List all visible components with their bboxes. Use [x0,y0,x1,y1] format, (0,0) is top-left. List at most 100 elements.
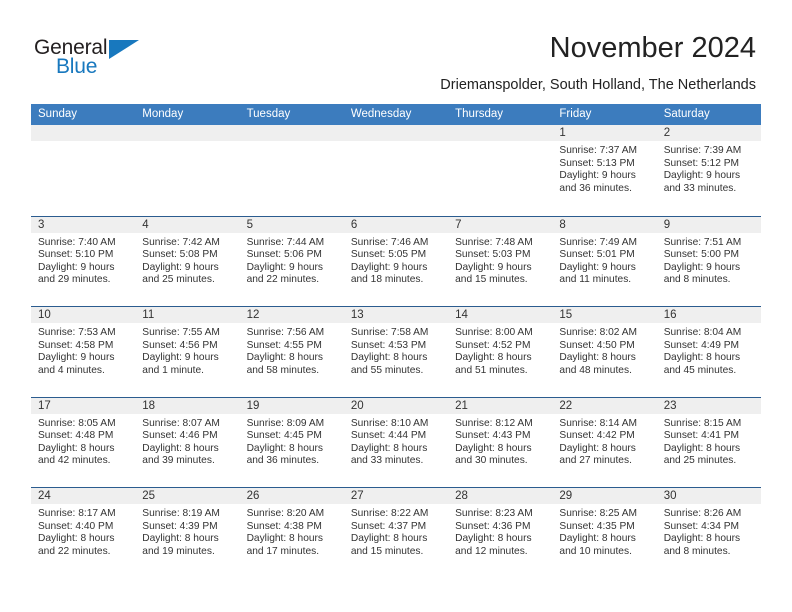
sunrise-text: Sunrise: 8:02 AM [559,327,637,338]
sunset-text: Sunset: 5:12 PM [663,157,740,169]
day-details: Sunrise: 7:55 AM Sunset: 4:56 PM Daylight:… [135,323,239,377]
daylight-text-line2: and 22 minutes. [246,274,320,286]
daylight-text-line2: and 58 minutes. [246,364,320,376]
calendar-day-cell[interactable]: 21 Sunrise: 8:12 AM Sunset: 4:43 PM Dayligh… [448,397,553,487]
calendar-day-cell[interactable]: 14 Sunrise: 8:00 AM Sunset: 4:52 PM Dayligh… [448,307,553,397]
calendar-day-cell[interactable]: 7 Sunrise: 7:48 AM Sunset: 5:03 PM Daylight… [448,216,553,306]
calendar-week-row: 17 Sunrise: 8:05 AM Sunset: 4:48 PM Dayligh… [31,396,761,487]
calendar-day-cell[interactable]: 16 Sunrise: 8:04 AM Sunset: 4:49 PM Dayligh… [656,307,761,397]
sunrise-text: Sunrise: 8:22 AM [350,508,429,519]
daylight-text-line2: and 22 minutes. [38,545,111,557]
calendar-day-cell[interactable]: 12 Sunrise: 7:56 AM Sunset: 4:55 PM Dayligh… [239,307,344,397]
daylight-text-line2: and 8 minutes. [663,545,731,557]
daylight-text-line2: and 1 minute. [142,364,205,376]
day-number-band: 18 [135,397,240,414]
general-blue-logo[interactable]: General Blue [34,36,154,82]
day-details: Sunrise: 8:02 AM Sunset: 4:50 PM Daylight:… [552,323,656,377]
calendar-day-cell[interactable]: 22 Sunrise: 8:14 AM Sunset: 4:42 PM Dayligh… [552,397,657,487]
sunrise-text: Sunrise: 8:19 AM [142,508,220,519]
day-number-band: 19 [239,397,344,414]
calendar-day-cell[interactable]: 10 Sunrise: 7:53 AM Sunset: 4:58 PM Dayligh… [31,307,136,397]
sunset-text: Sunset: 4:40 PM [38,520,114,532]
daylight-text-line1: Daylight: 8 hours [38,533,115,545]
daylight-text-line2: and 42 minutes. [38,455,111,467]
sunrise-text: Sunrise: 7:51 AM [663,236,742,248]
calendar-day-cell[interactable]: 27 Sunrise: 8:22 AM Sunset: 4:37 PM Dayligh… [343,488,449,578]
sunrise-text: Sunrise: 7:46 AM [350,236,429,248]
sunset-text: Sunset: 5:08 PM [142,249,218,261]
sunset-text: Sunset: 5:03 PM [455,249,531,261]
day-details: Sunrise: 8:14 AM Sunset: 4:42 PM Daylight:… [552,414,656,468]
weekday-header-saturday: Saturday [663,108,710,120]
sunset-text: Sunset: 4:45 PM [246,430,322,442]
sunrise-text: Sunrise: 7:58 AM [350,327,429,338]
sunset-text: Sunset: 4:36 PM [455,520,531,532]
calendar-day-cell[interactable]: 9 Sunrise: 7:51 AM Sunset: 5:00 PM Daylight… [656,216,761,306]
day-number: 6 [350,218,358,231]
day-number-band: 24 [31,488,136,504]
calendar-day-cell[interactable]: 2 Sunrise: 7:39 AM Sunset: 5:12 PM Daylight… [656,125,761,216]
sunrise-text: Sunrise: 7:37 AM [559,145,637,156]
calendar-day-cell[interactable]: 25 Sunrise: 8:19 AM Sunset: 4:39 PM Dayligh… [135,488,240,578]
sunset-text: Sunset: 4:48 PM [38,430,114,442]
day-number: 30 [663,490,677,502]
calendar-day-cell[interactable]: 19 Sunrise: 8:09 AM Sunset: 4:45 PM Dayligh… [239,397,344,487]
calendar-day-cell[interactable]: 6 Sunrise: 7:46 AM Sunset: 5:05 PM Daylight… [343,216,449,306]
daylight-text-line2: and 15 minutes. [455,274,528,286]
day-details: Sunrise: 8:07 AM Sunset: 4:46 PM Daylight:… [135,414,239,468]
day-number: 15 [559,309,573,321]
calendar-day-cell[interactable]: 5 Sunrise: 7:44 AM Sunset: 5:06 PM Daylight… [239,216,344,306]
calendar-day-cell[interactable]: 1 Sunrise: 7:37 AM Sunset: 5:13 PM Daylight… [552,125,657,216]
calendar-day-cell[interactable]: 30 Sunrise: 8:26 AM Sunset: 4:34 PM Dayligh… [656,488,761,578]
daylight-text-line1: Daylight: 9 hours [246,261,324,273]
day-number-band [239,125,344,141]
sunrise-text: Sunrise: 7:49 AM [559,236,637,248]
daylight-text-line1: Daylight: 8 hours [246,442,324,454]
daylight-text-line2: and 18 minutes. [350,274,424,286]
daylight-text-line2: and 12 minutes. [455,545,528,557]
calendar-day-cell[interactable]: 8 Sunrise: 7:49 AM Sunset: 5:01 PM Daylight… [552,216,657,306]
day-details: Sunrise: 8:10 AM Sunset: 4:44 PM Daylight:… [344,414,448,468]
day-number: 4 [142,218,149,231]
daylight-text-line1: Daylight: 8 hours [663,533,741,545]
day-number: 24 [38,490,51,502]
daylight-text-line1: Daylight: 9 hours [142,352,219,364]
calendar-week-row: 3 Sunrise: 7:40 AM Sunset: 5:10 PM Daylight… [31,215,761,306]
sunset-text: Sunset: 5:06 PM [246,249,322,261]
day-details: Sunrise: 7:39 AM Sunset: 5:12 PM Daylight:… [657,141,761,195]
daylight-text-line1: Daylight: 8 hours [350,442,428,454]
calendar-day-cell[interactable]: 3 Sunrise: 7:40 AM Sunset: 5:10 PM Daylight… [31,216,136,306]
day-details: Sunrise: 7:58 AM Sunset: 4:53 PM Daylight:… [344,323,448,377]
calendar-day-cell[interactable]: 28 Sunrise: 8:23 AM Sunset: 4:36 PM Dayligh… [448,488,553,578]
day-number: 7 [455,218,462,231]
sunrise-text: Sunrise: 7:53 AM [38,327,116,338]
logo-text-blue: Blue [56,55,98,78]
daylight-text-line2: and 29 minutes. [38,274,111,286]
sunrise-text: Sunrise: 8:07 AM [142,417,220,429]
calendar-day-cell[interactable]: 18 Sunrise: 8:07 AM Sunset: 4:46 PM Dayligh… [135,397,240,487]
calendar-day-cell-empty [448,125,553,216]
daylight-text-line2: and 8 minutes. [663,274,731,286]
calendar-day-cell[interactable]: 20 Sunrise: 8:10 AM Sunset: 4:44 PM Dayligh… [343,397,449,487]
calendar-day-cell[interactable]: 13 Sunrise: 7:58 AM Sunset: 4:53 PM Dayligh… [343,307,449,397]
calendar-day-cell[interactable]: 4 Sunrise: 7:42 AM Sunset: 5:08 PM Daylight… [135,216,240,306]
day-number: 13 [350,309,364,321]
day-details: Sunrise: 7:40 AM Sunset: 5:10 PM Daylight:… [31,233,135,287]
calendar-day-cell[interactable]: 24 Sunrise: 8:17 AM Sunset: 4:40 PM Dayligh… [31,488,136,578]
day-details: Sunrise: 8:15 AM Sunset: 4:41 PM Daylight:… [657,414,761,468]
day-details: Sunrise: 8:00 AM Sunset: 4:52 PM Daylight:… [448,323,552,377]
calendar-day-cell[interactable]: 11 Sunrise: 7:55 AM Sunset: 4:56 PM Dayligh… [135,307,240,397]
sunrise-text: Sunrise: 8:20 AM [246,508,325,519]
day-number: 23 [663,399,677,412]
weekday-header-thursday: Thursday [455,108,504,120]
calendar-day-cell[interactable]: 15 Sunrise: 8:02 AM Sunset: 4:50 PM Dayligh… [552,307,657,397]
calendar-day-cell[interactable]: 23 Sunrise: 8:15 AM Sunset: 4:41 PM Dayligh… [656,397,761,487]
daylight-text-line2: and 25 minutes. [663,455,737,467]
calendar-day-cell[interactable]: 29 Sunrise: 8:25 AM Sunset: 4:35 PM Dayligh… [552,488,657,578]
daylight-text-line1: Daylight: 8 hours [350,352,428,364]
calendar-day-cell[interactable]: 17 Sunrise: 8:05 AM Sunset: 4:48 PM Dayligh… [31,397,136,487]
daylight-text-line1: Daylight: 8 hours [455,442,532,454]
calendar-day-cell[interactable]: 26 Sunrise: 8:20 AM Sunset: 4:38 PM Dayligh… [239,488,344,578]
sunset-text: Sunset: 4:35 PM [559,520,635,532]
sunset-text: Sunset: 4:44 PM [350,430,427,442]
